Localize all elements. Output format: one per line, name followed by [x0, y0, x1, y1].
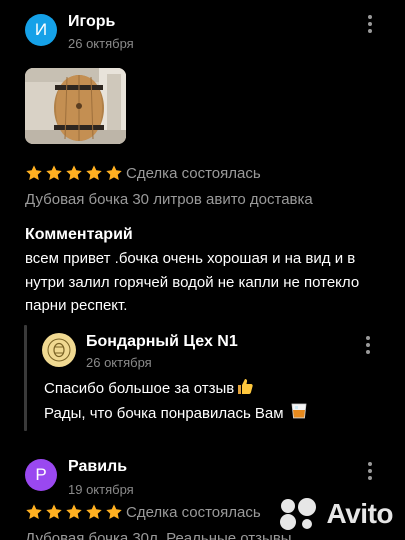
more-options-icon[interactable] [368, 462, 372, 480]
more-options-icon[interactable] [368, 15, 372, 33]
reply-line-1: Спасибо большое за отзыв [44, 380, 235, 397]
star-icon [26, 504, 42, 520]
whiskey-glass-icon [291, 403, 307, 419]
thumbs-up-icon [238, 379, 253, 394]
reply-line-2: Рады, что бочка понравилась Вам [44, 405, 284, 422]
reply-divider [24, 325, 27, 431]
avatar-letter: Р [35, 465, 47, 484]
avatar[interactable]: И [25, 14, 57, 46]
avatar-letter: И [34, 20, 48, 39]
author-name[interactable]: Равиль [68, 458, 127, 476]
seller-logo-icon [47, 338, 71, 362]
star-icon [46, 504, 62, 520]
deal-status: Сделка состоялась [126, 165, 261, 182]
barrel-photo-image [25, 68, 126, 144]
review-date: 26 октября [68, 36, 134, 51]
star-icon [86, 504, 102, 520]
avito-watermark: Avito [277, 497, 394, 531]
seller-name[interactable]: Бондарный Цех N1 [86, 333, 238, 351]
watermark-text: Avito [326, 498, 394, 529]
reply-text: Спасибо большое за отзыв Рады, что бочка… [44, 376, 309, 426]
comment-text: всем привет .бочка очень хорошая и на ви… [25, 250, 360, 314]
star-icon [106, 504, 122, 520]
reply-date: 26 октября [86, 355, 152, 370]
review-date: 19 октября [68, 482, 134, 497]
reply-more-options-icon[interactable] [366, 336, 370, 354]
review-card: И Игорь 26 октября Сделка состоялась Дуб… [0, 0, 405, 448]
review-photo[interactable] [25, 68, 126, 144]
star-icon [66, 165, 82, 181]
star-icon [46, 165, 62, 181]
item-title[interactable]: Дубовая бочка 30 литров авито доставка [25, 191, 313, 208]
deal-status: Сделка состоялась [126, 504, 261, 521]
rating-stars [25, 503, 123, 521]
avatar[interactable]: Р [25, 459, 57, 491]
rating-stars [25, 164, 123, 182]
star-icon [26, 165, 42, 181]
avito-logo-icon [279, 498, 316, 530]
star-icon [66, 504, 82, 520]
item-title[interactable]: Дубовая бочка 30л. Реальные отзывы [25, 530, 292, 540]
seller-avatar[interactable] [42, 333, 76, 367]
comment-heading: Комментарий [25, 226, 133, 243]
star-icon [86, 165, 102, 181]
author-name[interactable]: Игорь [68, 13, 115, 31]
star-icon [106, 165, 122, 181]
